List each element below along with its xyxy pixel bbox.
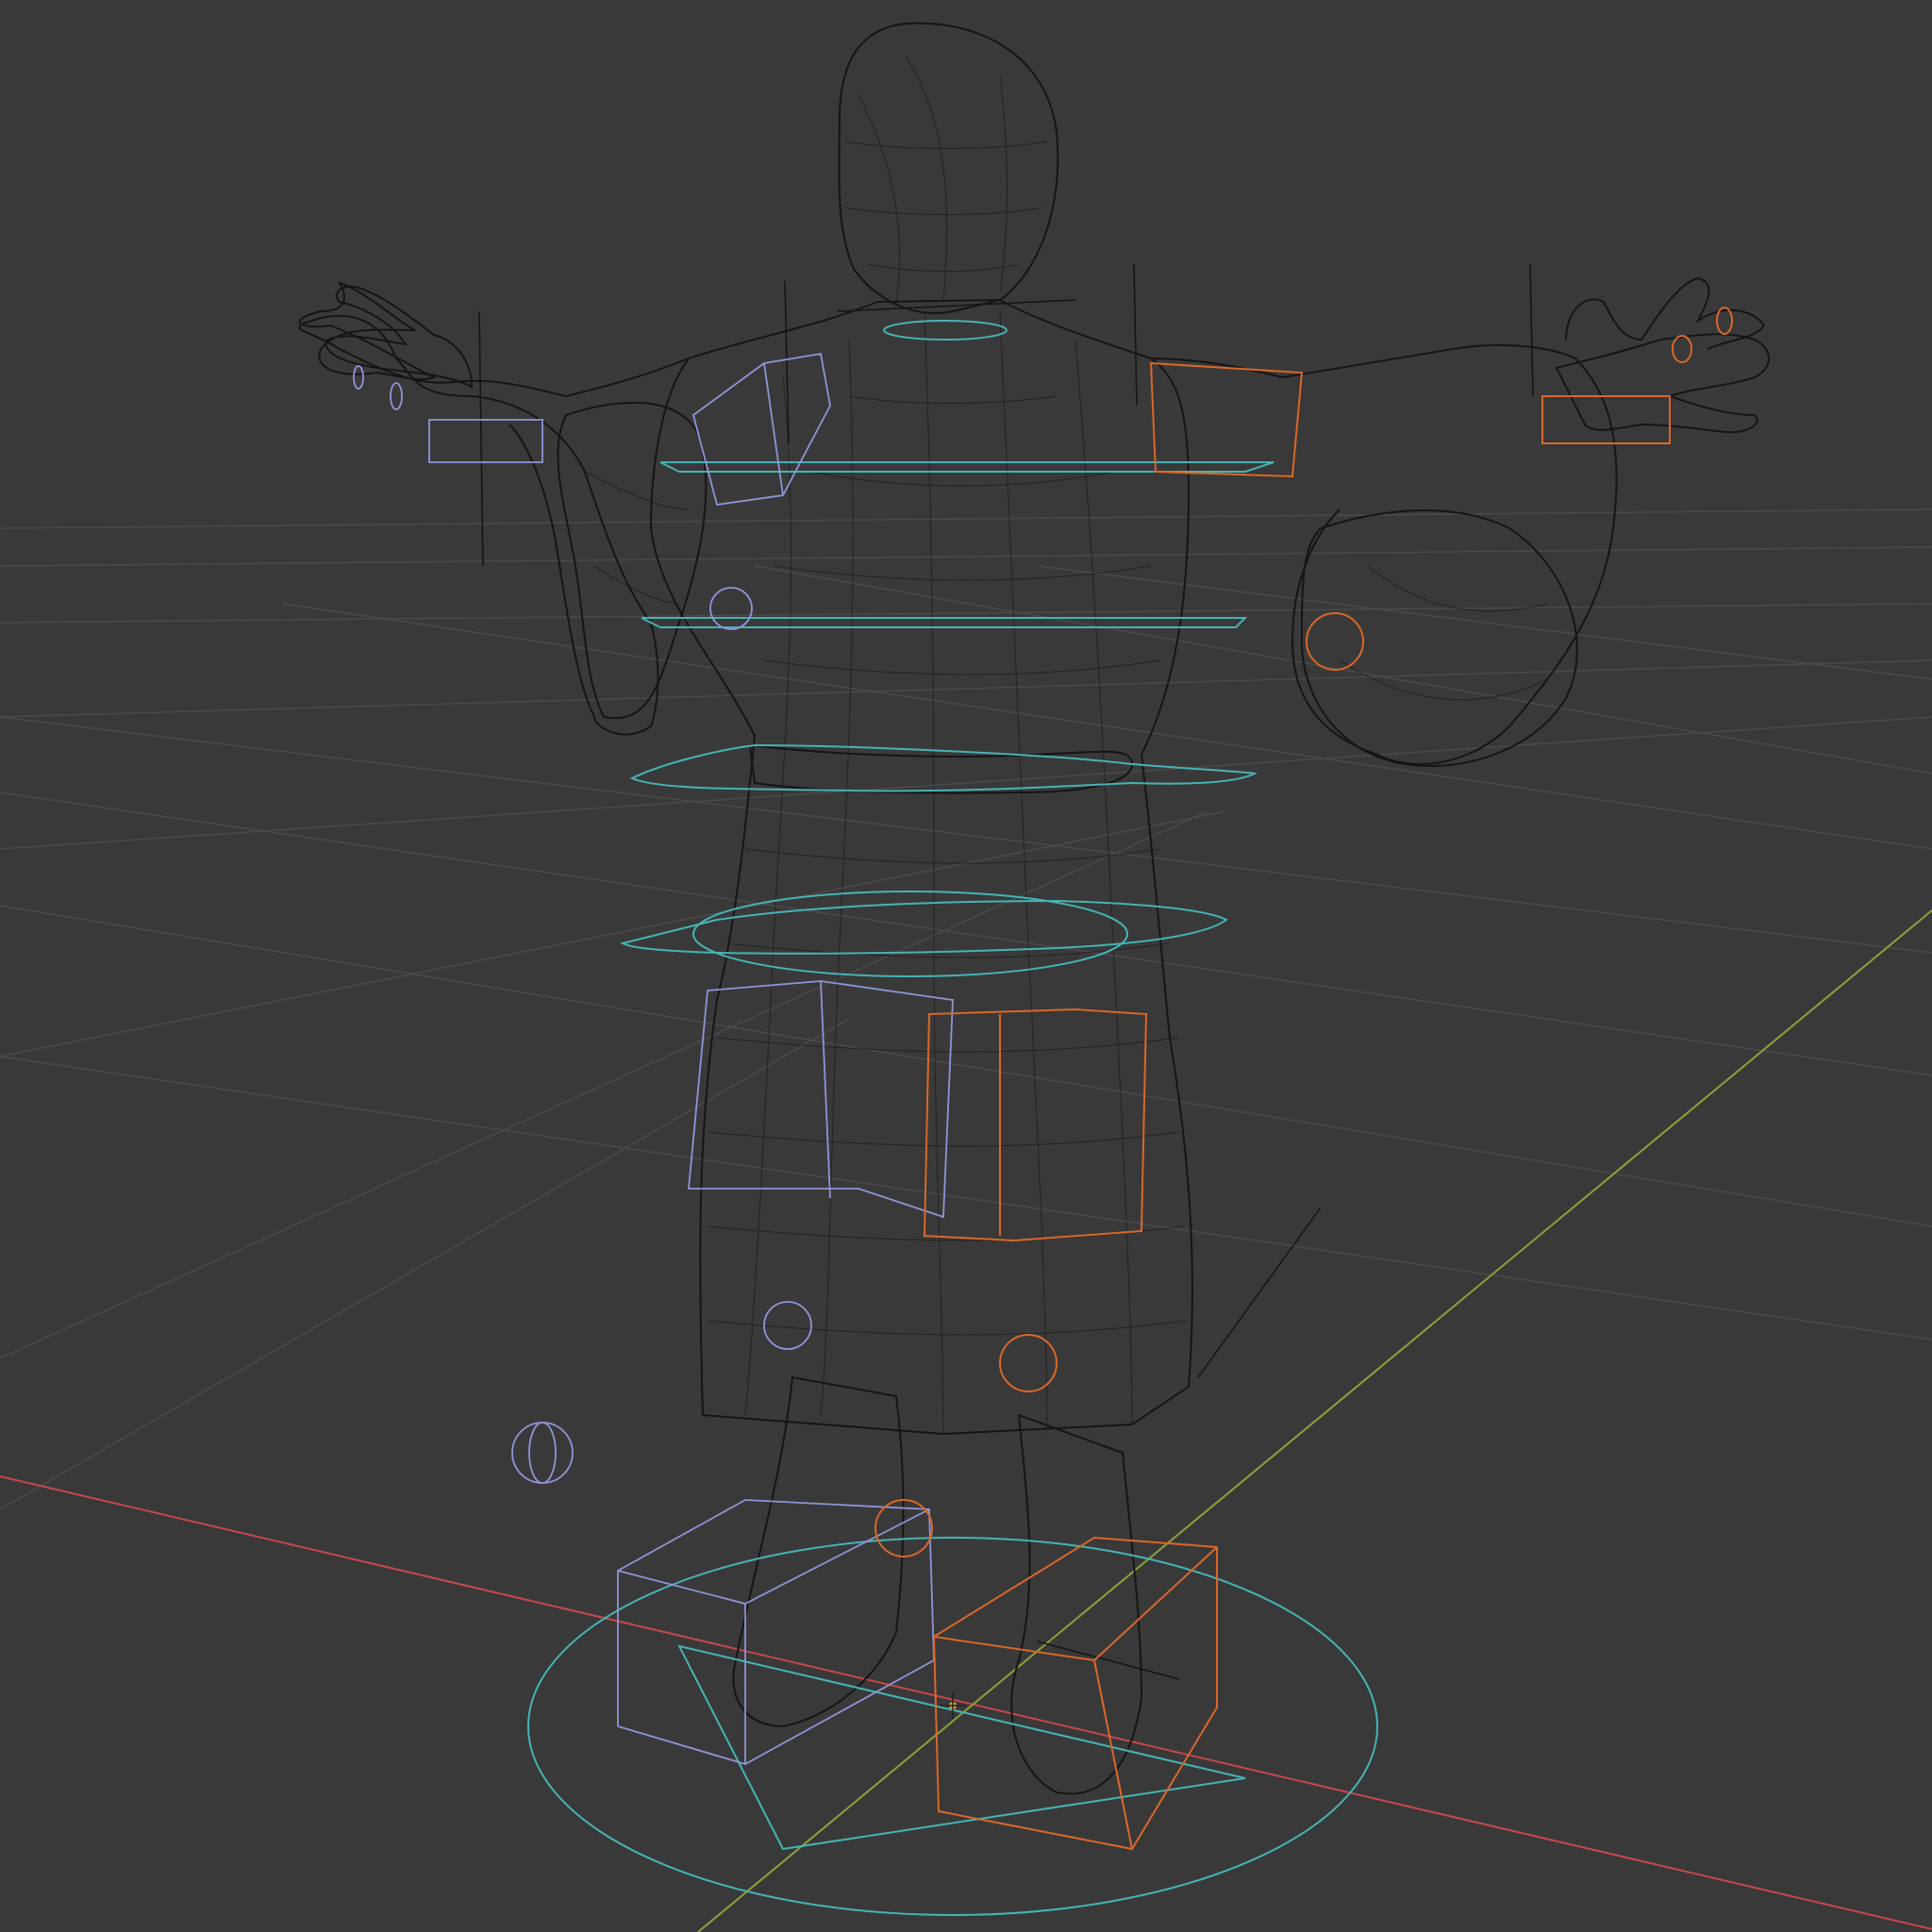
right-thigh-box[interactable] [923, 1008, 1148, 1242]
right-knee-control[interactable] [999, 1334, 1058, 1392]
left-controls[interactable] [353, 352, 954, 1765]
left-knee-control[interactable] [763, 1301, 812, 1350]
left-finger-control-2[interactable] [353, 365, 364, 390]
character-mesh[interactable] [298, 22, 1770, 1795]
3d-viewport[interactable] [0, 0, 1932, 1932]
right-finger-control-2[interactable] [1716, 307, 1733, 335]
left-shoulder-box[interactable] [691, 352, 831, 507]
root-circle[interactable] [527, 1537, 1378, 1916]
left-wrist-control[interactable] [428, 419, 543, 463]
left-pole-target[interactable] [511, 1422, 574, 1484]
neck-ring[interactable] [883, 320, 1008, 341]
spine-ring[interactable] [641, 617, 1248, 628]
viewport-canvas[interactable] [0, 0, 1932, 1932]
right-finger-control-1[interactable] [1672, 335, 1692, 363]
x-axis-line [0, 1475, 1932, 1930]
right-foot-box[interactable] [932, 1536, 1218, 1851]
left-elbow-control[interactable] [709, 587, 753, 630]
left-pole-target-inner [528, 1422, 557, 1484]
right-controls[interactable] [874, 307, 1733, 1851]
world-origin[interactable] [940, 1692, 966, 1719]
right-shoulder-box[interactable] [1149, 361, 1304, 478]
y-axis-line [697, 909, 1932, 1932]
left-thigh-box[interactable] [688, 980, 954, 1219]
left-finger-control-1[interactable] [390, 382, 403, 410]
right-wrist-control[interactable] [1541, 395, 1671, 444]
floor-grid [0, 508, 1932, 1510]
chest-ring[interactable] [659, 461, 1274, 473]
right-elbow-control[interactable] [1306, 612, 1364, 671]
